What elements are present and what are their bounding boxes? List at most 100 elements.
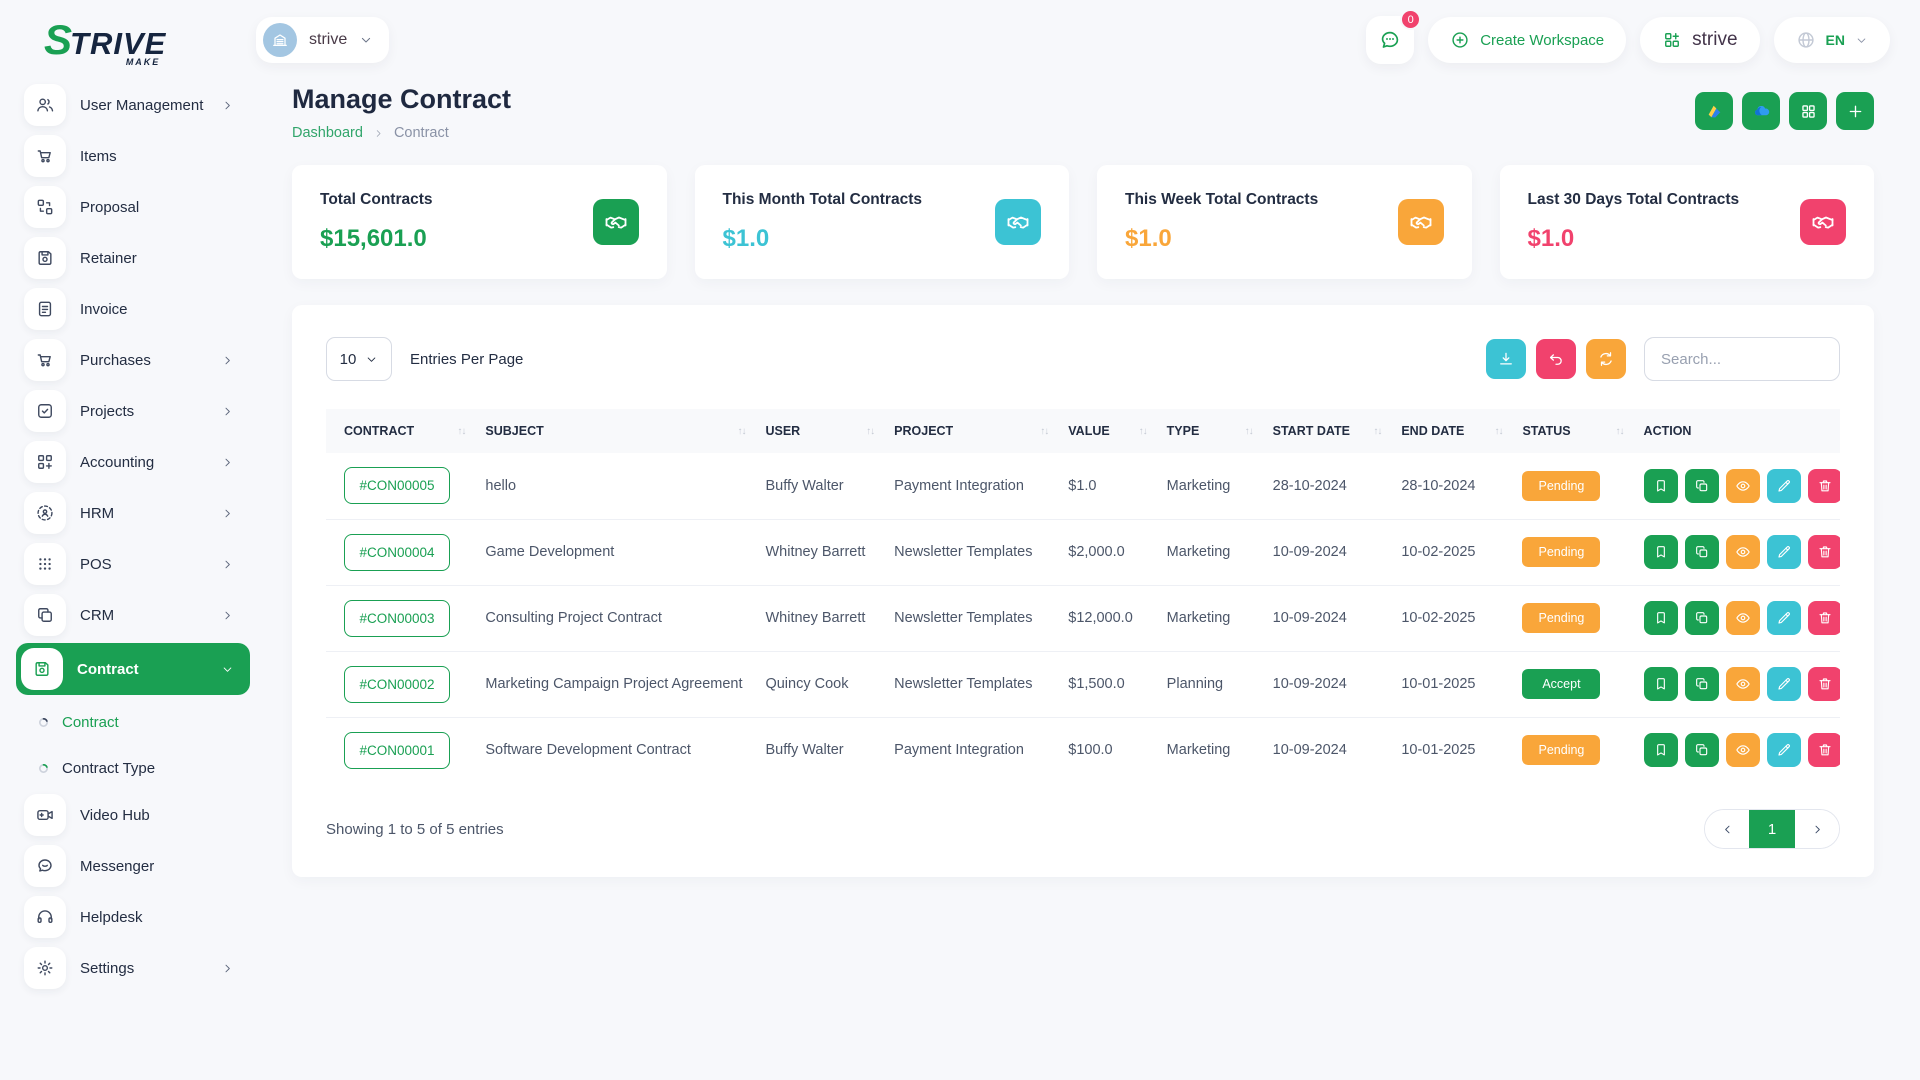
sidebar-item-hrm[interactable]: HRM [16,490,246,536]
contract-id-chip[interactable]: #CON00002 [344,666,450,703]
column-header-start-date[interactable]: START DATE↑↓ [1265,409,1394,453]
sidebar-item-invoice[interactable]: Invoice [16,286,246,332]
cell-user: Whitney Barrett [757,519,886,585]
duplicate-button[interactable] [1685,469,1719,503]
edit-button[interactable] [1767,535,1801,569]
breadcrumb-dashboard-link[interactable]: Dashboard [292,125,363,141]
column-header-project[interactable]: PROJECT↑↓ [886,409,1060,453]
sort-icon[interactable]: ↑↓ [1245,426,1253,437]
view-button[interactable] [1726,469,1760,503]
duplicate-button[interactable] [1685,733,1719,767]
bookmark-button[interactable] [1644,535,1678,569]
refresh-button[interactable] [1586,339,1626,379]
sort-icon[interactable]: ↑↓ [1373,426,1381,437]
onedrive-button[interactable] [1742,92,1780,130]
strive-logo[interactable]: STRIVE MAKE [44,19,166,61]
onedrive-icon [1752,102,1771,121]
edit-button[interactable] [1767,469,1801,503]
delete-button[interactable] [1808,667,1840,701]
duplicate-button[interactable] [1685,601,1719,635]
table-row: #CON00003Consulting Project ContractWhit… [326,585,1840,651]
previous-page-button[interactable] [1705,810,1749,848]
delete-button[interactable] [1808,733,1840,767]
view-button[interactable] [1726,535,1760,569]
sidebar-item-user-management[interactable]: User Management [16,82,246,128]
breadcrumb: Dashboard Contract [292,125,511,141]
sidebar-item-settings[interactable]: Settings [16,945,246,991]
sidebar-item-helpdesk[interactable]: Helpdesk [16,894,246,940]
grid-view-button[interactable] [1789,92,1827,130]
logo-subtext: MAKE [126,58,161,67]
stat-label: Total Contracts [320,191,433,209]
sidebar-subitem-contract[interactable]: Contract [38,700,252,744]
sidebar-item-pos[interactable]: POS [16,541,246,587]
edit-button[interactable] [1767,733,1801,767]
sidebar-item-accounting[interactable]: Accounting [16,439,246,485]
next-page-button[interactable] [1795,810,1839,848]
bookmark-button[interactable] [1644,733,1678,767]
delete-button[interactable] [1808,469,1840,503]
bookmark-button[interactable] [1644,469,1678,503]
sidebar-item-contract[interactable]: Contract [16,643,250,695]
duplicate-button[interactable] [1685,535,1719,569]
sidebar-item-proposal[interactable]: Proposal [16,184,246,230]
duplicate-button[interactable] [1685,667,1719,701]
create-workspace-button[interactable]: Create Workspace [1428,17,1626,63]
view-button[interactable] [1726,733,1760,767]
globe-icon [1796,30,1816,50]
sidebar-item-video-hub[interactable]: Video Hub [16,792,246,838]
add-contract-button[interactable] [1836,92,1874,130]
bookmark-button[interactable] [1644,601,1678,635]
stat-label: This Month Total Contracts [723,191,922,209]
sort-icon[interactable]: ↑↓ [1494,426,1502,437]
column-header-user[interactable]: USER↑↓ [757,409,886,453]
contract-id-chip[interactable]: #CON00003 [344,600,450,637]
stat-label: Last 30 Days Total Contracts [1528,191,1740,209]
column-header-subject[interactable]: SUBJECT↑↓ [477,409,757,453]
undo-button[interactable] [1536,339,1576,379]
contract-id-chip[interactable]: #CON00004 [344,534,450,571]
column-header-end-date[interactable]: END DATE↑↓ [1393,409,1514,453]
cell-subject: Software Development Contract [477,717,757,783]
export-button[interactable] [1486,339,1526,379]
contract-id-chip[interactable]: #CON00005 [344,467,450,504]
delete-button[interactable] [1808,535,1840,569]
cell-start-date: 10-09-2024 [1265,717,1394,783]
sidebar-subitem-contract-type[interactable]: Contract Type [38,746,252,790]
sidebar-item-purchases[interactable]: Purchases [16,337,246,383]
search-input[interactable] [1644,337,1840,381]
workspace-selector[interactable]: strive [256,17,389,63]
delete-button[interactable] [1808,601,1840,635]
sort-icon[interactable]: ↑↓ [866,426,874,437]
bookmark-button[interactable] [1644,667,1678,701]
sort-icon[interactable]: ↑↓ [1139,426,1147,437]
entries-per-page-select[interactable]: 10 [326,337,392,381]
accounting-icon [24,441,66,483]
sidebar-item-retainer[interactable]: Retainer [16,235,246,281]
edit-button[interactable] [1767,667,1801,701]
contract-id-chip[interactable]: #CON00001 [344,732,450,769]
column-header-value[interactable]: VALUE↑↓ [1060,409,1158,453]
table-toolbar [1486,339,1626,379]
column-header-status[interactable]: STATUS↑↓ [1514,409,1635,453]
edit-button[interactable] [1767,601,1801,635]
column-header-contract[interactable]: CONTRACT↑↓ [326,409,477,453]
google-drive-button[interactable] [1695,92,1733,130]
sidebar-item-crm[interactable]: CRM [16,592,246,638]
language-selector[interactable]: EN [1774,17,1890,63]
sidebar-item-items[interactable]: Items [16,133,246,179]
view-button[interactable] [1726,667,1760,701]
chat-button[interactable]: 0 [1366,16,1414,64]
app-switcher-button[interactable]: strive [1640,17,1759,63]
sidebar-item-projects[interactable]: Projects [16,388,246,434]
sort-icon[interactable]: ↑↓ [737,426,745,437]
page-number-button[interactable]: 1 [1749,810,1795,848]
sort-icon[interactable]: ↑↓ [1040,426,1048,437]
sort-icon[interactable]: ↑↓ [457,426,465,437]
sort-icon[interactable]: ↑↓ [1616,426,1624,437]
purchases-icon [24,339,66,381]
view-button[interactable] [1726,601,1760,635]
cell-project: Newsletter Templates [886,519,1060,585]
sidebar-item-messenger[interactable]: Messenger [16,843,246,889]
column-header-type[interactable]: TYPE↑↓ [1159,409,1265,453]
